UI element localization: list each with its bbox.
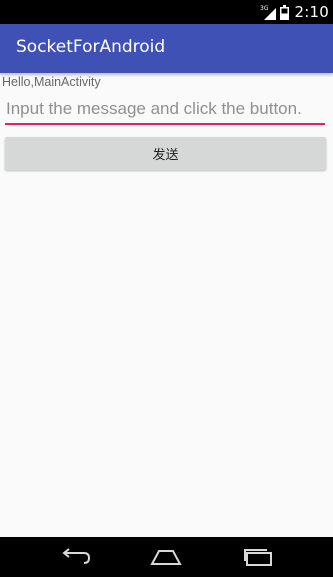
status-clock: 2:10 <box>294 3 329 21</box>
status-bar: 3G 2:10 <box>0 0 333 24</box>
app-bar: SocketForAndroid <box>0 24 333 73</box>
signal-3g-icon: 3G <box>260 4 276 20</box>
app-title: SocketForAndroid <box>16 37 166 57</box>
home-icon[interactable] <box>136 537 196 577</box>
svg-text:3G: 3G <box>260 5 269 12</box>
status-icons: 3G 2:10 <box>260 0 329 24</box>
navigation-bar <box>0 537 333 577</box>
hello-label: Hello,MainActivity <box>2 75 101 89</box>
send-button[interactable]: 发送 <box>5 137 326 170</box>
message-input[interactable] <box>5 95 325 125</box>
battery-icon <box>279 4 289 20</box>
back-icon[interactable] <box>45 537 105 577</box>
recents-icon[interactable] <box>228 537 288 577</box>
